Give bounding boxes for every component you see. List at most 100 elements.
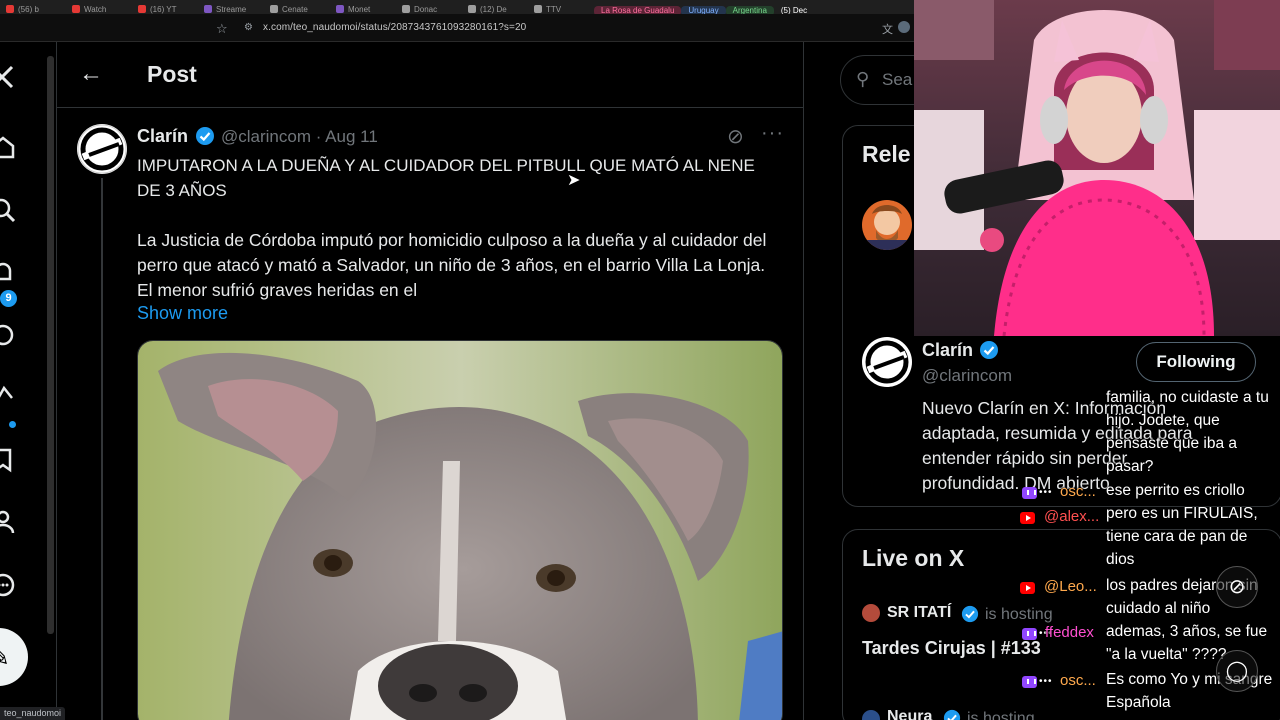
screen: (56) b Watch (16) YT Streame Cenate Monet Dona… xyxy=(0,0,1280,720)
unread-dot xyxy=(9,421,16,428)
relevant-handle[interactable]: @clarincom xyxy=(922,366,1012,386)
tab-label: Streame xyxy=(216,4,247,14)
back-arrow-icon[interactable]: ← xyxy=(79,60,103,88)
show-more-link[interactable]: Show more xyxy=(137,303,228,324)
live-hosting-label-2: is hosting xyxy=(967,710,1035,720)
search-icon: ⚲ xyxy=(856,69,870,89)
chat-username: @Leo... xyxy=(1044,578,1097,595)
browser-tab[interactable]: TTV xyxy=(528,4,594,14)
live-host-name-2[interactable]: Neura xyxy=(887,708,932,720)
author-avatar[interactable] xyxy=(77,124,127,174)
live-host-avatar[interactable] xyxy=(862,604,880,622)
author-name[interactable]: Clarín xyxy=(137,126,188,147)
chat-username: ffeddex xyxy=(1045,624,1094,641)
verified-badge-icon xyxy=(196,127,214,145)
grok-icon[interactable] xyxy=(0,322,16,348)
profile-avatar[interactable] xyxy=(898,21,910,33)
browser-tab[interactable]: Monet xyxy=(330,4,396,14)
page-scrollbar[interactable] xyxy=(47,56,54,634)
tab-favicon-icon xyxy=(534,5,542,13)
twitch-icon xyxy=(1022,487,1037,499)
notifications-bell-icon[interactable] xyxy=(0,260,16,286)
relevant-avatar-1[interactable] xyxy=(862,200,912,250)
live-host-name[interactable]: SR ITATÍ xyxy=(887,604,951,622)
twitch-icon xyxy=(1022,628,1037,640)
tab-favicon-icon xyxy=(336,5,344,13)
notification-count-badge: 9 xyxy=(0,290,17,307)
chat-message: ese perrito es criollo pero es un FIRULA… xyxy=(1106,482,1258,568)
chat-username: osc... xyxy=(1060,672,1096,689)
browser-tab[interactable]: Watch xyxy=(66,4,132,14)
browser-tab[interactable]: (12) De xyxy=(462,4,528,14)
tab-label: Donac xyxy=(414,4,438,14)
chat-badge-icon: ••• xyxy=(1039,676,1053,687)
mouse-cursor-icon: ➤ xyxy=(567,172,581,189)
browser-tab-group[interactable]: La Rosa de Guadalu xyxy=(594,5,682,14)
tab-label: Monet xyxy=(348,4,371,14)
youtube-icon xyxy=(1020,512,1035,524)
bookmark-star-icon[interactable]: ☆ xyxy=(216,21,228,37)
twitch-icon xyxy=(1022,676,1037,688)
search-placeholder: Sea xyxy=(882,70,913,89)
verified-badge-icon xyxy=(961,605,979,623)
youtube-icon xyxy=(1020,582,1035,594)
live-show-title[interactable]: Tardes Cirujas | #133 xyxy=(862,638,1041,659)
more-options-icon[interactable]: ··· xyxy=(761,122,784,145)
tab-favicon-icon xyxy=(138,5,146,13)
bookmarks-icon[interactable] xyxy=(0,447,16,473)
messages-float-icon[interactable]: ◯ xyxy=(1216,650,1258,692)
chat-username: osc... xyxy=(1060,483,1096,500)
relevant-people-title: Rele xyxy=(862,141,911,167)
tab-favicon-icon xyxy=(72,5,80,13)
tab-favicon-icon xyxy=(468,5,476,13)
left-nav: 9 xyxy=(0,42,46,720)
browser-tab[interactable]: (56) b xyxy=(0,4,66,14)
verified-badge-icon xyxy=(980,341,998,359)
tab-label: (56) b xyxy=(18,4,39,14)
tab-favicon-icon xyxy=(204,5,212,13)
post-image-pitbull[interactable] xyxy=(137,340,783,720)
browser-tab-group[interactable]: Uruguay xyxy=(681,5,726,14)
translate-icon[interactable]: 文 xyxy=(882,21,893,37)
relevant-avatar-clarin[interactable] xyxy=(862,337,912,387)
profile-icon[interactable] xyxy=(0,509,16,535)
tab-favicon-icon xyxy=(270,5,278,13)
following-button[interactable]: Following xyxy=(1136,342,1256,382)
site-info-icon[interactable]: ⚙ xyxy=(244,22,253,33)
grok-float-icon[interactable]: ⊘ xyxy=(1216,566,1258,608)
browser-tab-group[interactable]: (5) Dec xyxy=(774,6,814,14)
more-options-icon[interactable] xyxy=(0,572,16,598)
live-on-x-title: Live on X xyxy=(862,545,965,571)
url-text[interactable]: x.com/teo_naudomoi/status/20873437610932… xyxy=(263,22,526,33)
home-icon[interactable] xyxy=(0,134,16,160)
browser-tab[interactable]: Cenate xyxy=(264,4,330,14)
explore-search-icon[interactable] xyxy=(0,197,16,223)
x-logo-icon[interactable] xyxy=(0,64,16,90)
browser-tab[interactable]: Streame xyxy=(198,4,264,14)
column-header: ← Post xyxy=(57,42,803,108)
tab-favicon-icon xyxy=(6,5,14,13)
browser-tab[interactable]: Donac xyxy=(396,4,462,14)
tab-label: (16) YT xyxy=(150,4,177,14)
thread-line xyxy=(101,178,103,720)
post-body: La Justicia de Córdoba imputó por homici… xyxy=(137,230,767,300)
chat-badge-icon: ••• xyxy=(1039,487,1053,498)
grok-explain-icon[interactable]: ⊘ xyxy=(727,124,744,149)
browser-tab-group[interactable]: Argentina xyxy=(725,5,774,14)
tab-label: Watch xyxy=(84,4,107,14)
verified-badge-icon xyxy=(943,709,961,720)
browser-tab-strip: (56) b Watch (16) YT Streame Cenate Monet Dona… xyxy=(0,0,914,14)
chat-username: @alex... xyxy=(1044,508,1100,525)
live-hosting-label: is hosting xyxy=(985,606,1053,623)
post-column: ← Post Clarín @clarincom · Aug 11 ⊘ ··· … xyxy=(56,42,804,720)
tab-label: TTV xyxy=(546,4,562,14)
post-headline: IMPUTARON A LA DUEÑA Y AL CUIDADOR DEL P… xyxy=(137,156,755,200)
streamer-webcam xyxy=(914,0,1280,336)
tab-favicon-icon xyxy=(402,5,410,13)
relevant-name[interactable]: Clarín xyxy=(922,340,973,361)
page-title: Post xyxy=(147,61,197,87)
browser-tab[interactable]: (16) YT xyxy=(132,4,198,14)
address-bar[interactable]: ☆ ⚙ x.com/teo_naudomoi/status/2087343761… xyxy=(0,14,914,42)
author-handle-date[interactable]: @clarincom · Aug 11 xyxy=(221,127,378,147)
communities-icon[interactable] xyxy=(0,384,16,410)
